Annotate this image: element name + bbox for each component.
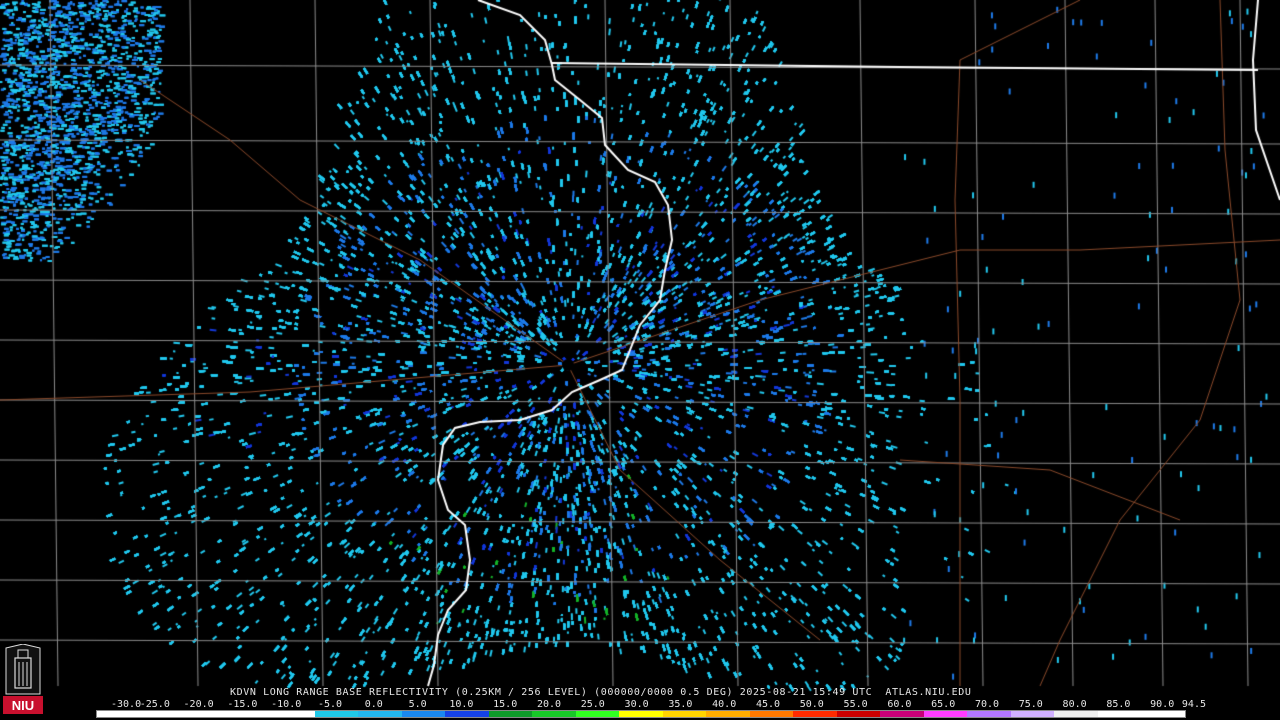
scale-label: 35.0 xyxy=(668,699,693,710)
scale-label: 55.0 xyxy=(843,699,868,710)
scale-label: 0.0 xyxy=(364,699,383,710)
scale-label: 70.0 xyxy=(974,699,1000,710)
scale-label: 5.0 xyxy=(408,699,427,710)
colorbar-segment xyxy=(1097,711,1142,717)
reflectivity-colorbar xyxy=(96,710,1186,718)
scale-label: 20.0 xyxy=(536,699,562,710)
colorbar-segment xyxy=(575,711,620,717)
colorbar-segment xyxy=(967,711,1011,717)
scale-label: -25.0 xyxy=(139,699,170,710)
colorbar-segment xyxy=(1141,711,1185,717)
scale-label: -15.0 xyxy=(227,699,258,710)
scale-label: 30.0 xyxy=(624,699,649,710)
scale-label: 80.0 xyxy=(1062,699,1087,710)
colorbar-segment xyxy=(488,711,533,717)
colorbar-segment xyxy=(706,711,750,717)
colorbar-segment xyxy=(923,711,968,717)
colorbar-segment xyxy=(358,711,402,717)
colorbar-segment xyxy=(880,711,924,717)
colorbar-segment xyxy=(184,711,228,717)
niu-logo-icon: NIU xyxy=(3,644,43,716)
colorbar-segment xyxy=(836,711,881,717)
scale-label: 45.0 xyxy=(755,699,781,710)
colorbar-segment xyxy=(314,711,359,717)
scale-label: 65.0 xyxy=(931,699,956,710)
scale-label: -30.0 xyxy=(111,699,142,710)
colorbar-segment xyxy=(401,711,446,717)
scale-label: 25.0 xyxy=(580,699,605,710)
colorbar-segment xyxy=(271,711,315,717)
scale-label: 94.5 xyxy=(1181,699,1206,710)
scale-label: 75.0 xyxy=(1018,699,1043,710)
colorbar-segment xyxy=(1054,711,1098,717)
colorbar-segment xyxy=(227,711,272,717)
logo-text: NIU xyxy=(12,698,34,713)
scale-label: 10.0 xyxy=(449,699,474,710)
product-caption: KDVN LONG RANGE BASE REFLECTIVITY (0.25K… xyxy=(230,687,972,698)
scale-label: -5.0 xyxy=(317,699,343,710)
scale-label: 40.0 xyxy=(712,699,737,710)
colorbar-segment xyxy=(97,711,141,717)
colorbar-segment xyxy=(793,711,837,717)
colorbar-segment xyxy=(749,711,794,717)
colorbar-segment xyxy=(140,711,185,717)
scale-label: 50.0 xyxy=(799,699,824,710)
scale-label: 60.0 xyxy=(887,699,912,710)
reflectivity-scale-labels: -30.0 -25.0 -20.0 -15.0 -10.0 -5.0 0.0 5.0 10.0 1… xyxy=(95,699,1206,710)
scale-label: 85.0 xyxy=(1106,699,1131,710)
scale-label: -10.0 xyxy=(271,699,302,710)
scale-label: 15.0 xyxy=(493,699,518,710)
scale-label: -20.0 xyxy=(183,699,214,710)
colorbar-segment xyxy=(445,711,489,717)
colorbar-segment xyxy=(619,711,663,717)
scale-label: 90.0 xyxy=(1150,699,1175,710)
radar-map xyxy=(0,0,1280,720)
colorbar-segment xyxy=(1010,711,1055,717)
colorbar-segment xyxy=(662,711,707,717)
colorbar-segment xyxy=(532,711,576,717)
